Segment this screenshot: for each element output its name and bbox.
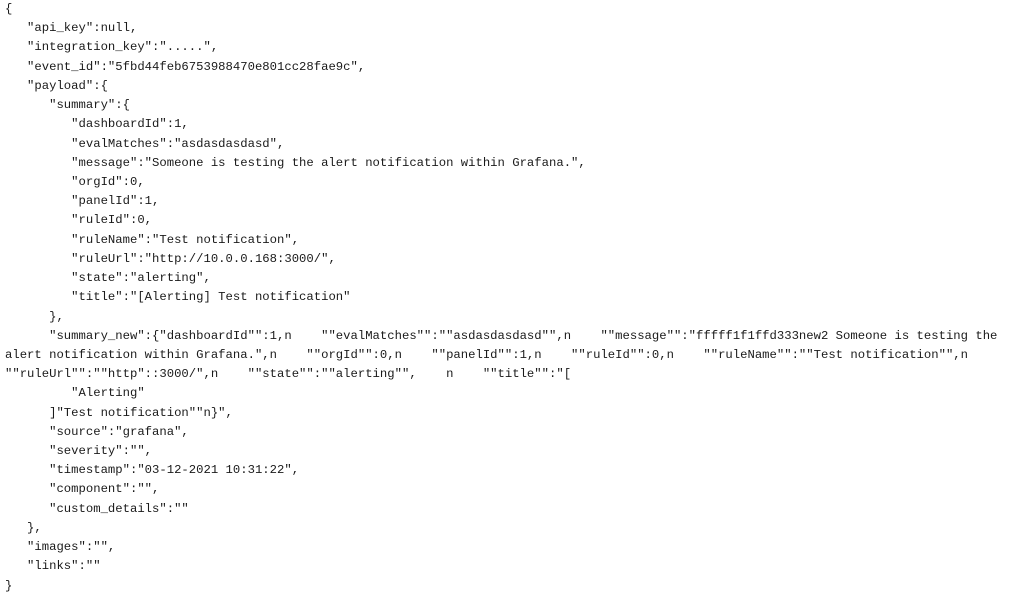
json-line-summary: "summary":{ — [5, 98, 130, 113]
json-line-event-id: "event_id":"5fbd44feb6753988470e801cc28f… — [5, 59, 366, 74]
json-line-alerting: "Alerting" — [5, 386, 145, 401]
json-line-rule-id: "ruleId":0, — [5, 213, 153, 228]
json-line-custom-details: "custom_details":"" — [5, 501, 189, 516]
json-line-integration-key: "integration_key":".....", — [5, 40, 219, 55]
json-line-severity: "severity":"", — [5, 444, 153, 459]
json-line-panel-id: "panelId":1, — [5, 194, 160, 209]
json-line-message: "message":"Someone is testing the alert … — [5, 155, 586, 170]
json-line-rule-url: "ruleUrl":"http://10.0.0.168:3000/", — [5, 251, 336, 266]
json-line-payload-close: }, — [5, 520, 42, 535]
json-line-payload: "payload":{ — [5, 78, 108, 93]
json-line-summary-close: }, — [5, 309, 64, 324]
json-line-summary-new-wrap-2: ""ruleUrl"":""http"::3000/",n ""state"":… — [5, 367, 572, 382]
json-line-dashboard-id: "dashboardId":1, — [5, 117, 189, 132]
json-document: { "api_key":null, "integration_key":"...… — [5, 0, 997, 596]
json-line-links: "links":"" — [5, 559, 101, 574]
json-line-images: "images":"", — [5, 540, 116, 555]
json-line-org-id: "orgId":0, — [5, 174, 145, 189]
json-line-state: "state":"alerting", — [5, 271, 211, 286]
json-line-summary-new-wrap-1: alert notification within Grafana.",n ""… — [5, 347, 969, 362]
json-line-rule-name: "ruleName":"Test notification", — [5, 232, 300, 247]
json-line-api-key: "api_key":null, — [5, 21, 138, 36]
json-line-eval-matches: "evalMatches":"asdasdasdasd", — [5, 136, 285, 151]
json-line-close-brace: } — [5, 578, 13, 593]
json-line-summary-new: "summary_new":{"dashboardId"":1,n ""eval… — [5, 328, 998, 343]
json-line-source: "source":"grafana", — [5, 424, 189, 439]
json-line-component: "component":"", — [5, 482, 160, 497]
json-line-test-notification: ]"Test notification""n}", — [5, 405, 233, 420]
json-line-timestamp: "timestamp":"03-12-2021 10:31:22", — [5, 463, 300, 478]
json-line-open-brace: { — [5, 2, 13, 16]
json-line-title: "title":"[Alerting] Test notification" — [5, 290, 351, 305]
